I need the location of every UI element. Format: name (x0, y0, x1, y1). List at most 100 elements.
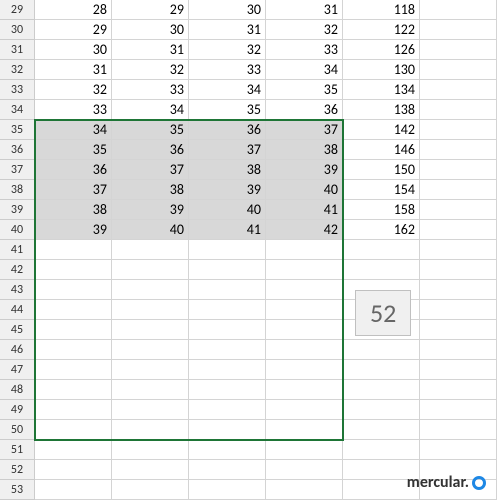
cell[interactable] (343, 440, 420, 460)
cell[interactable]: 30 (35, 40, 112, 60)
cell[interactable]: 28 (35, 0, 112, 20)
cell[interactable] (343, 260, 420, 280)
cell[interactable] (112, 440, 189, 460)
row-header[interactable]: 46 (0, 340, 35, 360)
cell[interactable] (189, 460, 266, 480)
row-header[interactable]: 47 (0, 360, 35, 380)
cell[interactable]: 34 (189, 80, 266, 100)
cell[interactable]: 158 (343, 200, 420, 220)
cell[interactable] (343, 240, 420, 260)
cell[interactable]: 146 (343, 140, 420, 160)
cell[interactable] (420, 220, 497, 240)
cell[interactable] (420, 280, 497, 300)
cell[interactable] (189, 300, 266, 320)
row-header[interactable]: 50 (0, 420, 35, 440)
cell[interactable]: 40 (112, 220, 189, 240)
cell[interactable]: 34 (35, 120, 112, 140)
cell[interactable] (35, 320, 112, 340)
cell[interactable]: 30 (112, 20, 189, 40)
cell[interactable]: 32 (266, 20, 343, 40)
cell[interactable]: 37 (266, 120, 343, 140)
cell[interactable] (420, 420, 497, 440)
cell[interactable] (343, 420, 420, 440)
cell[interactable]: 35 (266, 80, 343, 100)
cell[interactable]: 32 (189, 40, 266, 60)
cell[interactable] (420, 100, 497, 120)
cell[interactable]: 162 (343, 220, 420, 240)
cell[interactable]: 39 (112, 200, 189, 220)
cell[interactable] (420, 300, 497, 320)
cell[interactable]: 36 (35, 160, 112, 180)
cell[interactable]: 37 (112, 160, 189, 180)
cell[interactable] (420, 380, 497, 400)
cell[interactable] (189, 440, 266, 460)
row-header[interactable]: 39 (0, 200, 35, 220)
row-header[interactable]: 44 (0, 300, 35, 320)
row-header[interactable]: 31 (0, 40, 35, 60)
cell[interactable] (420, 200, 497, 220)
cell[interactable] (35, 280, 112, 300)
row-header[interactable]: 52 (0, 460, 35, 480)
row-header[interactable]: 51 (0, 440, 35, 460)
cell[interactable]: 36 (112, 140, 189, 160)
cell[interactable] (420, 440, 497, 460)
cell[interactable] (35, 440, 112, 460)
cell[interactable]: 35 (112, 120, 189, 140)
cell[interactable] (189, 320, 266, 340)
cell[interactable]: 29 (35, 20, 112, 40)
cell[interactable] (189, 260, 266, 280)
cell[interactable] (112, 400, 189, 420)
cell[interactable]: 39 (35, 220, 112, 240)
cell[interactable] (189, 280, 266, 300)
cell[interactable]: 31 (112, 40, 189, 60)
cell[interactable]: 33 (35, 100, 112, 120)
row-header[interactable]: 42 (0, 260, 35, 280)
cell[interactable] (266, 460, 343, 480)
cell[interactable]: 38 (112, 180, 189, 200)
cell[interactable]: 34 (112, 100, 189, 120)
cell[interactable] (343, 380, 420, 400)
cell[interactable]: 40 (266, 180, 343, 200)
cell[interactable] (189, 360, 266, 380)
cell[interactable]: 122 (343, 20, 420, 40)
cell[interactable]: 35 (189, 100, 266, 120)
row-header[interactable]: 33 (0, 80, 35, 100)
cell[interactable]: 31 (35, 60, 112, 80)
row-header[interactable]: 38 (0, 180, 35, 200)
cell[interactable] (343, 400, 420, 420)
cell[interactable] (420, 0, 497, 20)
cell[interactable] (112, 380, 189, 400)
cell[interactable] (266, 440, 343, 460)
cell[interactable]: 126 (343, 40, 420, 60)
cell[interactable] (112, 420, 189, 440)
cell[interactable] (35, 400, 112, 420)
cell[interactable] (266, 360, 343, 380)
cell[interactable] (112, 480, 189, 500)
cell[interactable] (266, 320, 343, 340)
cell[interactable]: 138 (343, 100, 420, 120)
cell[interactable] (112, 240, 189, 260)
cell[interactable]: 40 (189, 200, 266, 220)
cell[interactable]: 29 (112, 0, 189, 20)
row-header[interactable]: 43 (0, 280, 35, 300)
cell[interactable]: 36 (189, 120, 266, 140)
cell[interactable] (189, 340, 266, 360)
cell[interactable] (420, 180, 497, 200)
cell[interactable] (189, 240, 266, 260)
cell[interactable] (35, 460, 112, 480)
cell[interactable] (266, 480, 343, 500)
cell[interactable]: 36 (266, 100, 343, 120)
cell[interactable]: 32 (112, 60, 189, 80)
cell[interactable]: 38 (35, 200, 112, 220)
cell[interactable] (112, 280, 189, 300)
cell[interactable]: 41 (266, 200, 343, 220)
cell[interactable] (112, 260, 189, 280)
cell[interactable]: 31 (189, 20, 266, 40)
cell[interactable]: 118 (343, 0, 420, 20)
cell[interactable] (189, 380, 266, 400)
cell[interactable] (420, 260, 497, 280)
row-header[interactable]: 37 (0, 160, 35, 180)
cell[interactable] (266, 240, 343, 260)
cell[interactable]: 37 (35, 180, 112, 200)
cell[interactable] (35, 300, 112, 320)
